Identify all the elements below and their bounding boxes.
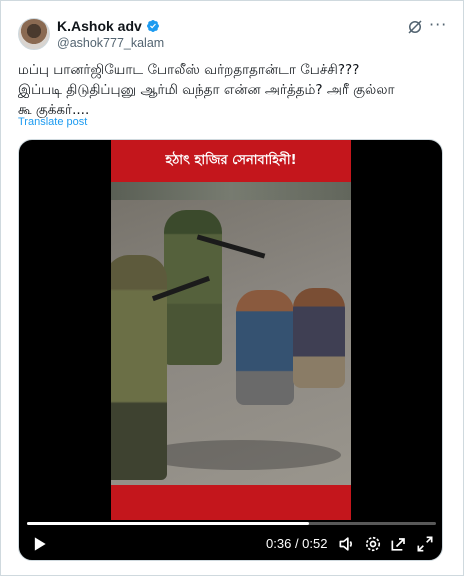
video-frame: হঠাৎ হাজির সেনাবাহিনী! [111,140,351,520]
video-player[interactable]: হঠাৎ হাজির সেনাবাহিনী! 0:36 / 0:52 [18,139,443,561]
video-bottom-band [111,485,351,520]
play-icon[interactable] [29,534,49,554]
volume-icon[interactable] [337,534,357,554]
author-name-row: K.Ashok adv [57,18,160,34]
video-time: 0:36 / 0:52 [266,536,327,551]
video-kneeling-man [236,290,294,405]
video-progress-fill [27,522,310,525]
more-icon[interactable]: ··· [429,17,447,36]
video-current-time: 0:36 [266,536,292,551]
post-text-line: இப்படி திடுதிப்புனு ஆர்மி வந்தா என்ன அர்… [18,82,395,98]
author-display-name[interactable]: K.Ashok adv [57,18,142,34]
post-text-line: மப்பு பானர்ஜியோட போலீஸ் வர்றதாதான்டா பேச… [18,62,360,78]
video-soldier [111,255,167,480]
video-progress-bar[interactable] [27,522,436,525]
avatar[interactable] [18,18,50,50]
settings-icon[interactable] [363,534,383,554]
grok-icon[interactable] [406,18,424,36]
verified-badge-icon [146,20,159,32]
pip-icon[interactable] [389,534,409,554]
post-card: K.Ashok adv @ashok777_kalam ··· மப்பு பா… [0,0,464,576]
video-duration: 0:52 [302,536,328,551]
translate-post-link[interactable]: Translate post [18,116,87,128]
video-controls: 0:36 / 0:52 [19,532,442,560]
video-kneeling-man [293,288,345,388]
video-banner-text: হঠাৎ হাজির সেনাবাহিনী! [111,140,351,182]
video-shadow [141,440,341,470]
video-soldier [164,210,222,365]
post-text: மப்பு பானர்ஜியோட போலீஸ் வர்றதாதான்டா பேச… [18,60,443,120]
fullscreen-icon[interactable] [415,534,435,554]
author-handle[interactable]: @ashok777_kalam [57,36,164,50]
